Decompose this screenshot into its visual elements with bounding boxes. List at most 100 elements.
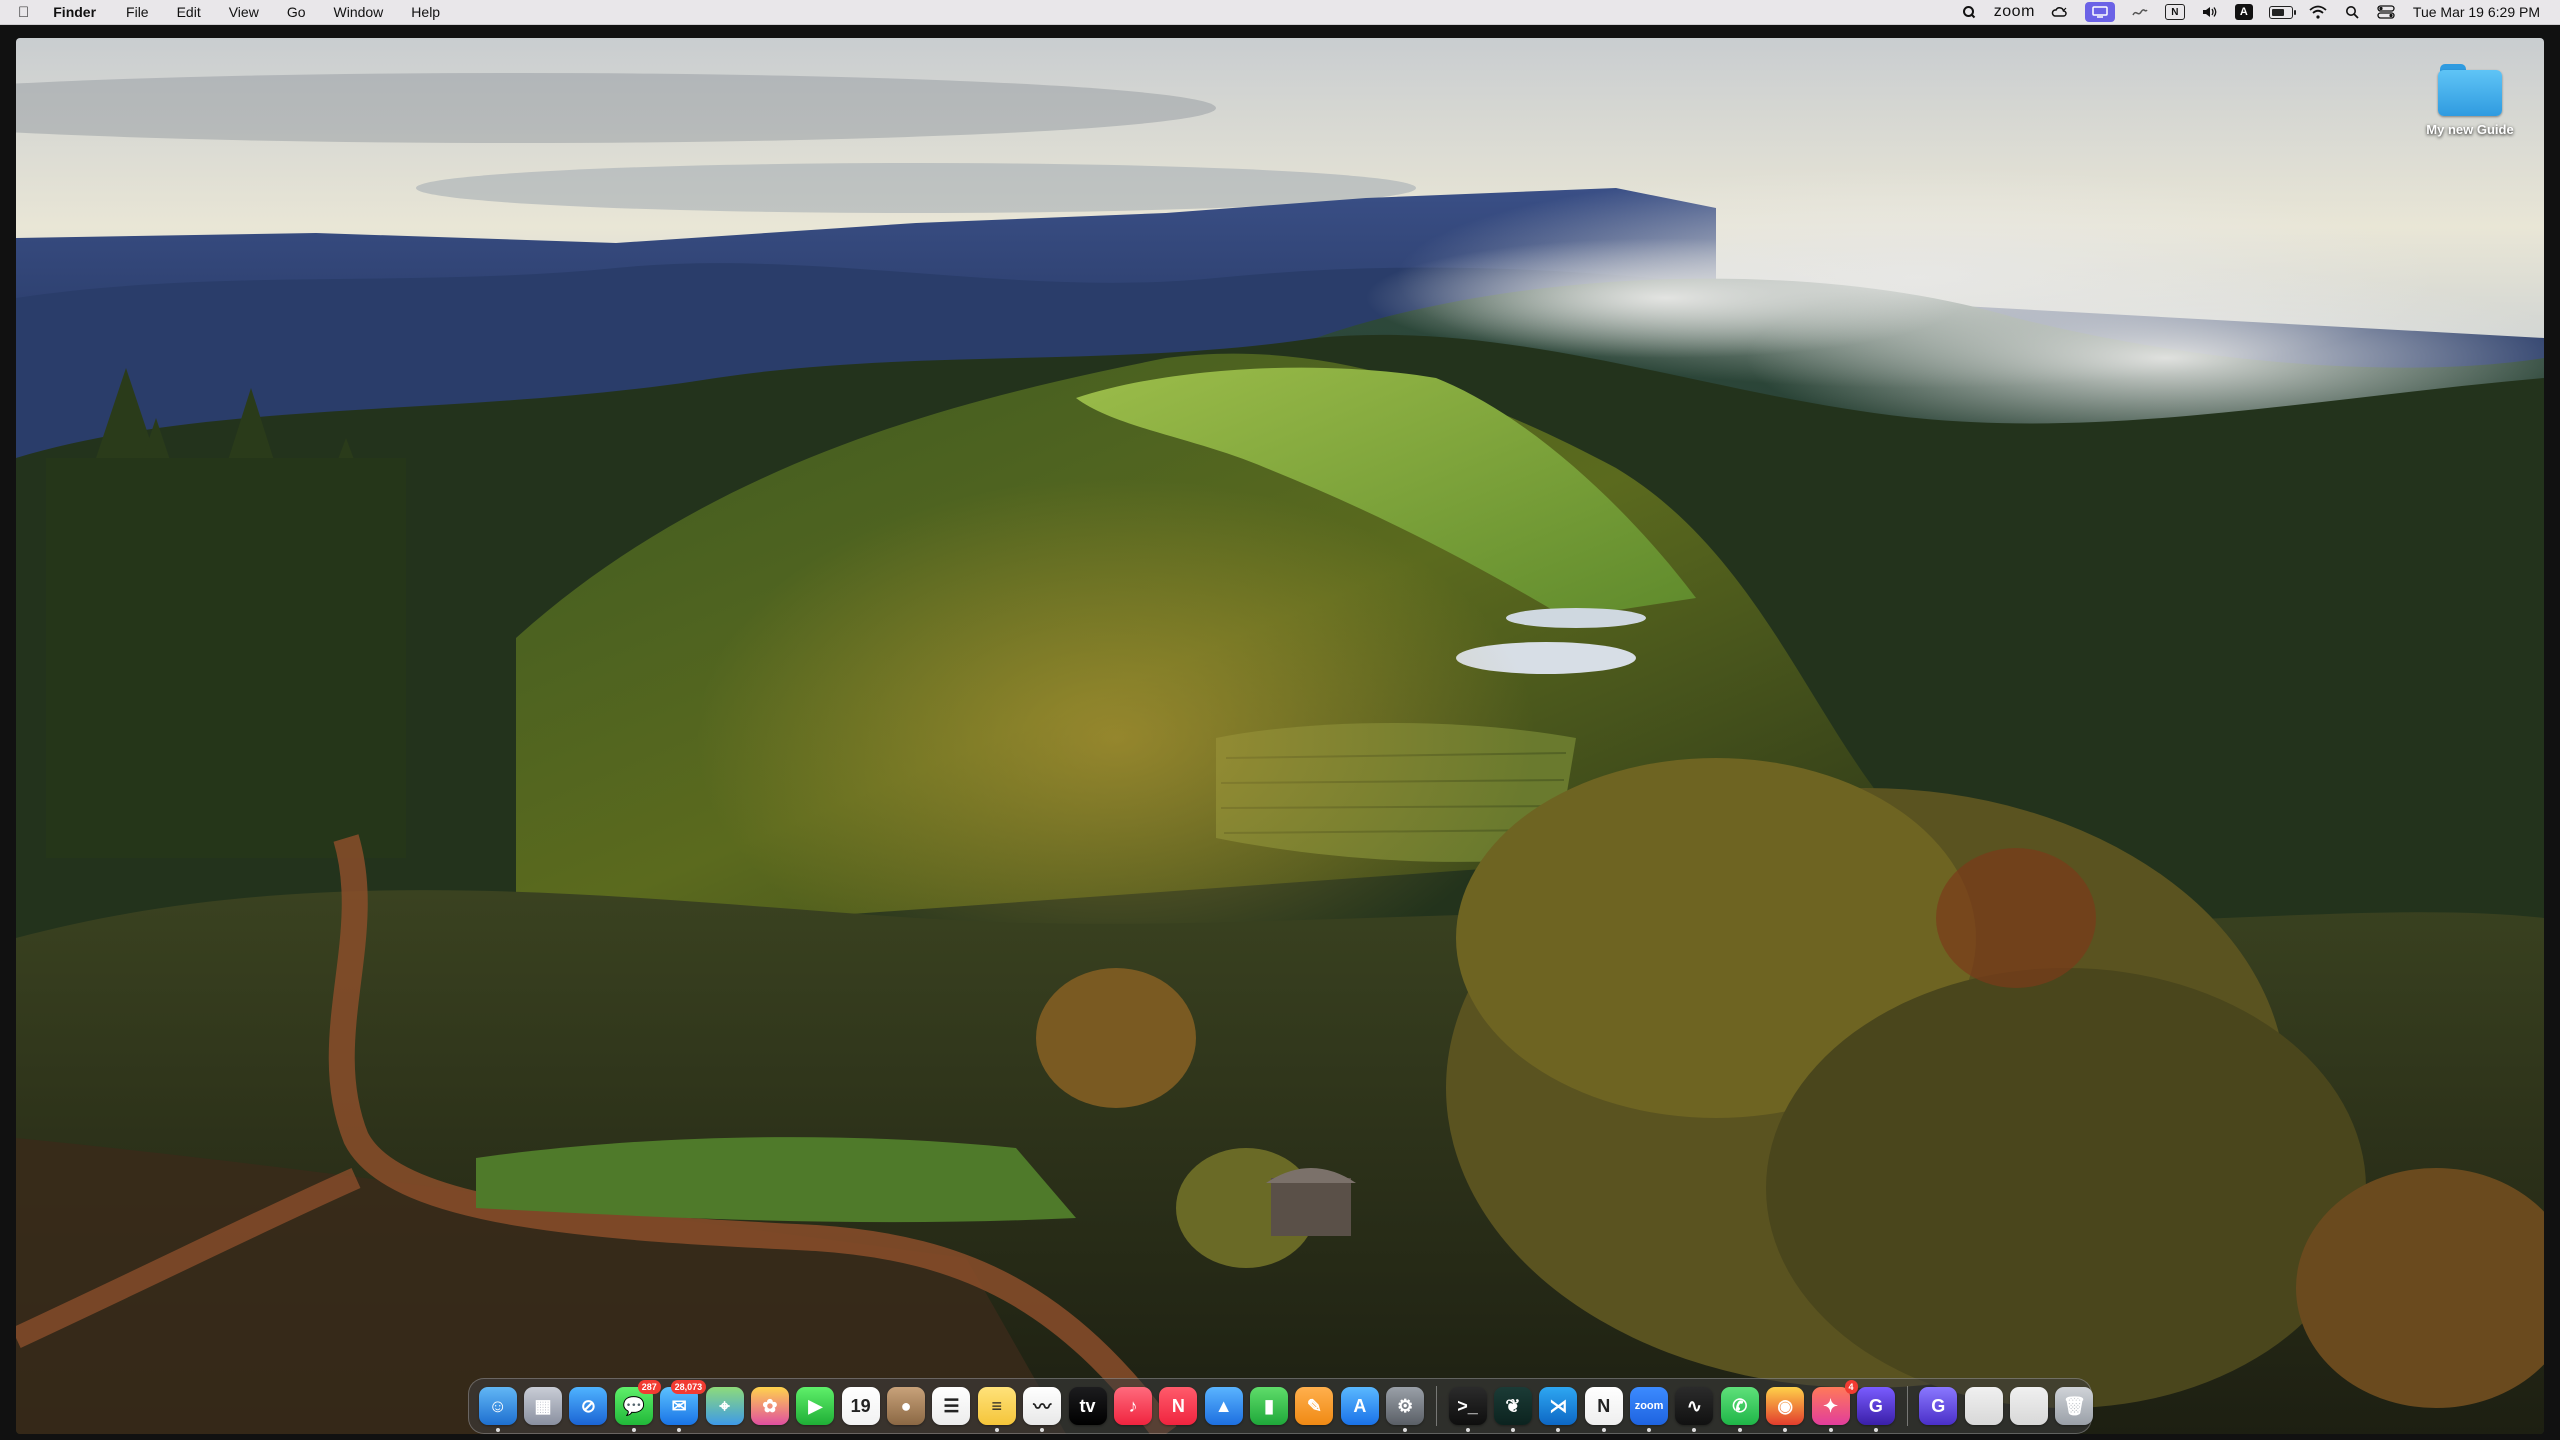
spotlight-icon[interactable] bbox=[2343, 2, 2361, 22]
desktop-folder-my-new-guide[interactable]: My new Guide bbox=[2410, 62, 2530, 137]
news-icon[interactable]: N bbox=[1159, 1387, 1198, 1425]
menu-window[interactable]: Window bbox=[334, 4, 384, 20]
notion-icon[interactable]: N bbox=[2164, 4, 2185, 20]
dock-running-indicator bbox=[1737, 1428, 1742, 1432]
dock-icon-glyph: 💬 bbox=[622, 1395, 646, 1416]
dock-icon-glyph: ∿ bbox=[1686, 1395, 1702, 1416]
app-store-icon[interactable]: A bbox=[1340, 1387, 1379, 1425]
menu-edit[interactable]: Edit bbox=[177, 4, 201, 20]
dock-icon-glyph: G bbox=[1868, 1395, 1883, 1416]
dock-running-indicator bbox=[1465, 1428, 1470, 1432]
dock-icon-glyph: ▮ bbox=[1264, 1395, 1275, 1416]
input-source-icon[interactable]: A bbox=[2234, 4, 2253, 20]
quicktime-file-icon[interactable]: G bbox=[1919, 1387, 1958, 1425]
notion-app-icon[interactable]: N bbox=[1584, 1387, 1623, 1432]
pages-icon[interactable]: ✎ bbox=[1295, 1387, 1334, 1425]
safari-icon[interactable]: ⊘ bbox=[569, 1387, 608, 1425]
dock-icon-glyph: ◉ bbox=[1777, 1395, 1794, 1416]
dock-icon-glyph: ⋊ bbox=[1549, 1395, 1568, 1416]
calendar-icon[interactable]: 19 bbox=[841, 1387, 880, 1425]
dock-icon-glyph: ▲ bbox=[1214, 1395, 1233, 1416]
mail-icon[interactable]: ✉ 28,073 bbox=[660, 1380, 707, 1432]
wifi-icon[interactable] bbox=[2309, 2, 2327, 22]
keynote-icon[interactable]: ▲ bbox=[1204, 1387, 1243, 1425]
system-settings-icon[interactable]: ⚙ bbox=[1386, 1387, 1425, 1432]
mongodb-compass-icon[interactable]: ❦ bbox=[1493, 1387, 1532, 1432]
quicktime-icon[interactable]: G bbox=[1856, 1387, 1895, 1432]
music-icon[interactable]: ♪ bbox=[1113, 1387, 1152, 1425]
chrome-icon[interactable]: ◉ bbox=[1766, 1387, 1805, 1432]
menu-bar-left:  Finder File Edit View Go Window Help bbox=[0, 0, 468, 24]
dock-icon-glyph: ❦ bbox=[1505, 1395, 1521, 1416]
control-center-icon[interactable] bbox=[2377, 2, 2395, 22]
menu-view[interactable]: View bbox=[229, 4, 259, 20]
wallpaper-landscape bbox=[16, 38, 2544, 1434]
launchpad-icon[interactable]: ▦ bbox=[524, 1387, 563, 1425]
apple-menu-icon[interactable]:  bbox=[18, 4, 29, 21]
menu-go[interactable]: Go bbox=[287, 4, 306, 20]
menu-clock[interactable]: Tue Mar 19 6:29 PM bbox=[2413, 4, 2540, 20]
dock-icon-glyph: ⊘ bbox=[580, 1395, 596, 1416]
menu-app-name[interactable]: Finder bbox=[53, 4, 96, 20]
terminal-icon[interactable]: >_ bbox=[1448, 1387, 1487, 1432]
dock-running-indicator bbox=[1556, 1428, 1561, 1432]
weather-icon[interactable] bbox=[2051, 2, 2069, 22]
trash-icon[interactable]: 🗑 bbox=[2055, 1387, 2094, 1425]
freeform-icon[interactable]: 〰 bbox=[1023, 1387, 1062, 1432]
activity-monitor-icon[interactable]: ∿ bbox=[1675, 1387, 1714, 1432]
menu-bar:  Finder File Edit View Go Window Help z… bbox=[0, 0, 2560, 25]
reminders-icon[interactable]: ☰ bbox=[932, 1387, 971, 1425]
dock-separator bbox=[1435, 1386, 1437, 1426]
finder-icon[interactable]: ☺ bbox=[478, 1387, 517, 1432]
desktop-wallpaper bbox=[16, 38, 2544, 1434]
dock-icon-glyph: ✆ bbox=[1732, 1395, 1748, 1416]
dock-icon-glyph: G bbox=[1931, 1395, 1946, 1416]
contacts-icon[interactable]: ● bbox=[887, 1387, 926, 1425]
dock-icon-glyph: ≡ bbox=[991, 1395, 1003, 1416]
dock-icon-glyph: ✦ bbox=[1823, 1395, 1839, 1416]
volume-icon[interactable] bbox=[2201, 2, 2219, 22]
facetime-icon[interactable]: ▶ bbox=[796, 1387, 835, 1425]
quicktime-q-icon[interactable] bbox=[1960, 2, 1978, 22]
messages-icon[interactable]: 💬 287 bbox=[614, 1380, 661, 1432]
craft-icon[interactable]: ✦ 4 bbox=[1811, 1380, 1858, 1432]
stage-manager-icon[interactable] bbox=[2131, 2, 2149, 22]
dock-running-indicator bbox=[631, 1428, 636, 1432]
dock-icon-glyph: ✉ bbox=[671, 1395, 687, 1416]
zoom-app-icon[interactable]: zoom bbox=[1630, 1387, 1669, 1432]
window-thumbnail-1[interactable] bbox=[1964, 1387, 2003, 1425]
dock-icon-glyph: N bbox=[1597, 1395, 1611, 1416]
numbers-icon[interactable]: ▮ bbox=[1250, 1387, 1289, 1425]
whatsapp-icon[interactable]: ✆ bbox=[1720, 1387, 1759, 1432]
dock-separator bbox=[1906, 1386, 1908, 1426]
apple-tv-icon[interactable]: tv bbox=[1068, 1387, 1107, 1425]
vscode-icon[interactable]: ⋊ bbox=[1539, 1387, 1578, 1432]
dock-icon-glyph: ● bbox=[900, 1395, 912, 1416]
dock-icon-glyph: ☰ bbox=[943, 1395, 960, 1416]
menu-help[interactable]: Help bbox=[411, 4, 440, 20]
menu-bar-right: zoom N A Tue Mar 19 6:29 PM bbox=[1944, 0, 2560, 24]
maps-icon[interactable]: ⌖ bbox=[705, 1387, 744, 1425]
menu-file[interactable]: File bbox=[126, 4, 149, 20]
window-thumbnail-2[interactable] bbox=[2010, 1387, 2049, 1425]
battery-icon[interactable] bbox=[2268, 2, 2296, 22]
folder-icon-body bbox=[2438, 70, 2502, 116]
zoom-status[interactable]: zoom bbox=[1994, 2, 2035, 22]
dock-right-items: G 🗑 bbox=[1916, 1387, 2098, 1425]
battery-fill bbox=[2271, 8, 2284, 16]
dock: ☺ ▦ ⊘ 💬 287 ✉ 28,073 ⌖ ✿ ▶ 19 ● ☰ ≡ 〰 tv ♪ N ▲ ▮ ✎ A ⚙ >_ ❦ ⋊ Nzo… bbox=[468, 1378, 2094, 1434]
dock-running-indicator bbox=[1403, 1428, 1408, 1432]
dock-icon-glyph: ♪ bbox=[1128, 1395, 1138, 1416]
dock-icon-glyph: ⌖ bbox=[719, 1395, 730, 1416]
dock-badge: 28,073 bbox=[670, 1380, 707, 1394]
dock-icon-glyph: N bbox=[1171, 1395, 1185, 1416]
screen-share-icon[interactable] bbox=[2084, 2, 2115, 22]
dock-icon-glyph: zoom bbox=[1634, 1400, 1664, 1412]
dock-icon-glyph: 〰 bbox=[1033, 1397, 1052, 1417]
notes-icon[interactable]: ≡ bbox=[977, 1387, 1016, 1432]
dock-badge: 4 bbox=[1844, 1380, 1858, 1394]
photos-icon[interactable]: ✿ bbox=[750, 1387, 789, 1425]
battery-level bbox=[2268, 5, 2296, 19]
dock-running-indicator bbox=[994, 1428, 999, 1432]
dock-running-indicator bbox=[1873, 1428, 1878, 1432]
